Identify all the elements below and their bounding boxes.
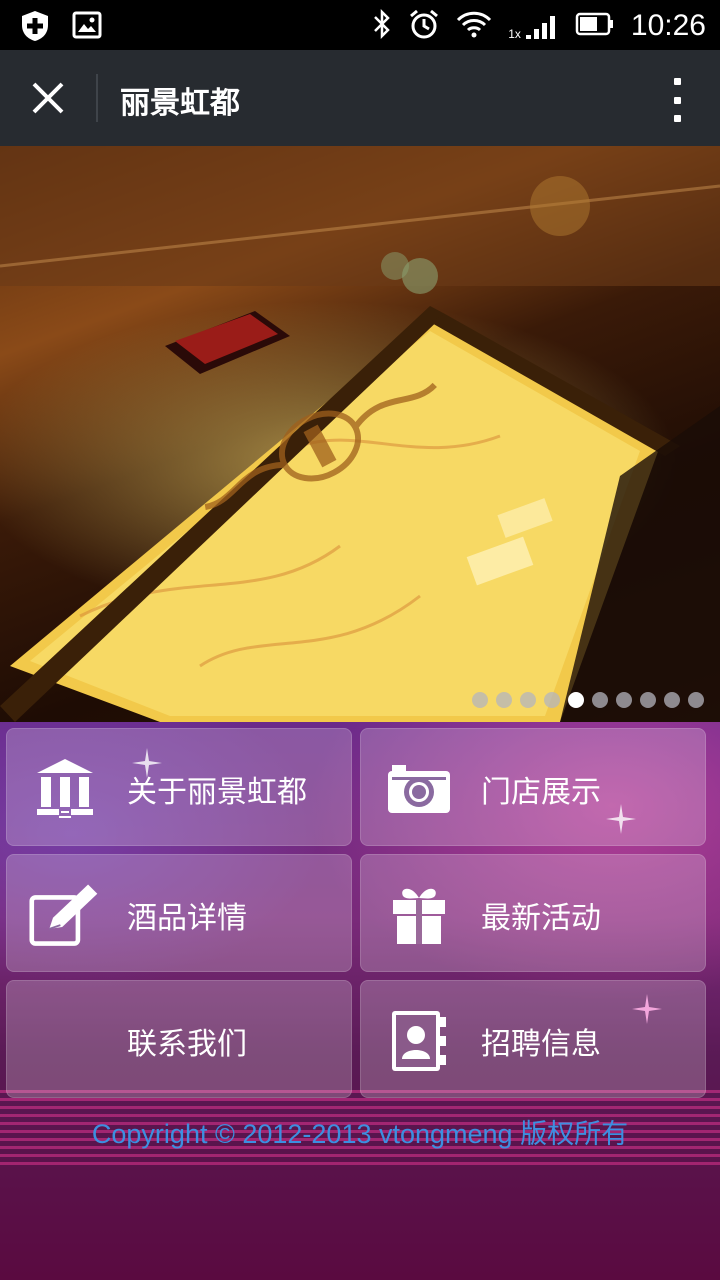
shield-plus-icon (20, 10, 50, 46)
close-icon (32, 82, 64, 114)
signal-icon: 1x (508, 11, 559, 41)
carousel-dot[interactable] (520, 692, 536, 708)
menu-item-label: 最新活动 (481, 901, 601, 936)
bluetooth-icon (372, 8, 392, 43)
carousel-dot[interactable] (640, 692, 656, 708)
wifi-icon (456, 10, 492, 42)
close-button[interactable] (18, 68, 78, 128)
carousel-dot[interactable] (688, 692, 704, 708)
title-divider (96, 74, 98, 122)
image-icon (72, 10, 102, 46)
carousel-dot[interactable] (472, 692, 488, 708)
more-vertical-icon (673, 78, 681, 85)
menu-item-label: 招聘信息 (481, 1027, 601, 1062)
battery-icon (575, 11, 615, 41)
alarm-icon (408, 8, 440, 44)
gift-icon (383, 879, 455, 951)
menu-item-label: 关于丽景虹都 (127, 775, 307, 810)
menu-item-events[interactable]: 最新活动 (360, 854, 706, 972)
network-label: 1x (508, 27, 521, 41)
page-title: 丽景虹都 (120, 86, 240, 121)
banner-carousel[interactable] (0, 146, 720, 722)
carousel-dot[interactable] (544, 692, 560, 708)
camera-icon (383, 753, 455, 825)
menu-item-about[interactable]: 关于丽景虹都 (6, 728, 352, 846)
menu-item-label: 酒品详情 (127, 901, 247, 936)
carousel-dot[interactable] (616, 692, 632, 708)
menu-item-contact[interactable]: 联系我们 (6, 980, 352, 1098)
edit-icon (29, 879, 101, 951)
menu-item-recruitment[interactable]: 招聘信息 (360, 980, 706, 1098)
menu-item-store-gallery[interactable]: 门店展示 (360, 728, 706, 846)
carousel-dot[interactable] (496, 692, 512, 708)
clock: 10:26 (630, 9, 706, 42)
contact-book-icon (383, 1005, 455, 1077)
banner-image (0, 146, 720, 722)
menu-item-label: 门店展示 (481, 775, 601, 810)
carousel-indicators (472, 692, 704, 708)
menu-item-drinks[interactable]: 酒品详情 (6, 854, 352, 972)
carousel-dot[interactable] (592, 692, 608, 708)
title-bar: 丽景虹都 (0, 50, 720, 146)
menu-item-label: 联系我们 (127, 1027, 247, 1062)
carousel-dot[interactable] (664, 692, 680, 708)
carousel-dot[interactable] (568, 692, 584, 708)
more-options-button[interactable] (662, 72, 692, 128)
institution-icon (29, 753, 101, 825)
status-bar: 1x 10:26 (0, 0, 720, 50)
copyright-text: Copyright © 2012-2013 vtongmeng 版权所有 (91, 1119, 629, 1149)
